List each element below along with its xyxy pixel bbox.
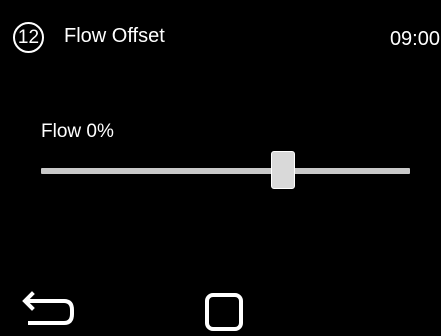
square-home-icon bbox=[205, 293, 243, 331]
step-number-badge: 12 bbox=[13, 22, 44, 53]
clock-time: 09:00 bbox=[389, 28, 440, 50]
flow-offset-slider[interactable] bbox=[41, 150, 410, 190]
home-button[interactable] bbox=[203, 290, 245, 332]
flow-slider-label: Flow 0% bbox=[41, 121, 114, 142]
page-title: Flow Offset bbox=[64, 25, 165, 47]
back-button[interactable] bbox=[22, 286, 78, 330]
back-arrow-icon bbox=[22, 291, 74, 325]
slider-thumb[interactable] bbox=[270, 151, 295, 189]
header-bar: 12 Flow Offset 09:00 bbox=[0, 0, 441, 70]
slider-track[interactable] bbox=[41, 168, 410, 174]
